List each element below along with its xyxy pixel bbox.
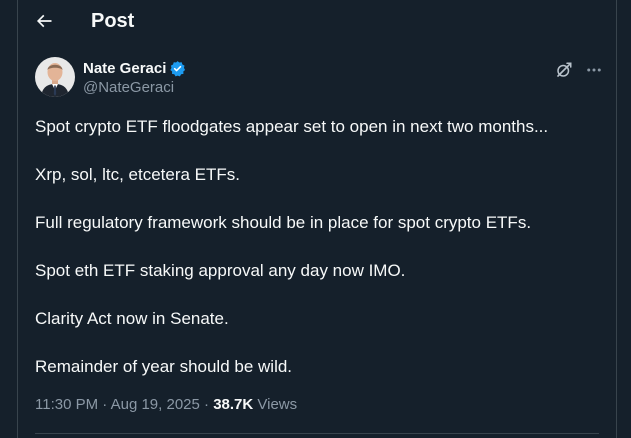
avatar[interactable] bbox=[35, 57, 75, 97]
post-text-line: Spot eth ETF staking approval any day no… bbox=[35, 261, 406, 280]
verified-badge-icon[interactable] bbox=[169, 60, 186, 77]
back-button[interactable] bbox=[29, 6, 59, 36]
post-text-line: Clarity Act now in Senate. bbox=[35, 309, 229, 328]
grok-icon bbox=[555, 61, 573, 79]
views-count: 38.7K bbox=[213, 396, 254, 413]
post-date[interactable]: Aug 19, 2025 bbox=[111, 396, 200, 413]
separator: · bbox=[98, 396, 111, 413]
page-header: Post bbox=[18, 0, 616, 42]
post-text-line: Remainder of year should be wild. bbox=[35, 357, 293, 376]
divider bbox=[35, 433, 599, 434]
post-text: Spot crypto ETF floodgates appear set to… bbox=[35, 115, 595, 403]
views-label: Views bbox=[253, 396, 298, 413]
author-name[interactable]: Nate Geraci bbox=[83, 60, 166, 77]
page-title: Post bbox=[91, 10, 135, 32]
grok-button[interactable] bbox=[553, 59, 575, 81]
post-text-line: Spot crypto ETF floodgates appear set to… bbox=[35, 117, 549, 136]
more-button[interactable] bbox=[582, 59, 606, 81]
post-metadata: 11:30 PM · Aug 19, 2025 · 38.7K Views bbox=[35, 395, 297, 415]
post-time[interactable]: 11:30 PM bbox=[35, 396, 98, 413]
author-info: Nate Geraci @NateGeraci bbox=[83, 58, 186, 98]
author-handle[interactable]: @NateGeraci bbox=[83, 78, 186, 98]
separator: · bbox=[199, 396, 214, 413]
post-text-line: Xrp, sol, ltc, etcetera ETFs. bbox=[35, 165, 241, 184]
post-column: Post Nate Geraci @NateGeraci Spot crypto… bbox=[17, 0, 617, 438]
arrow-left-icon bbox=[34, 11, 54, 31]
more-horizontal-icon bbox=[585, 61, 603, 79]
post-text-line: Full regulatory framework should be in p… bbox=[35, 213, 532, 232]
